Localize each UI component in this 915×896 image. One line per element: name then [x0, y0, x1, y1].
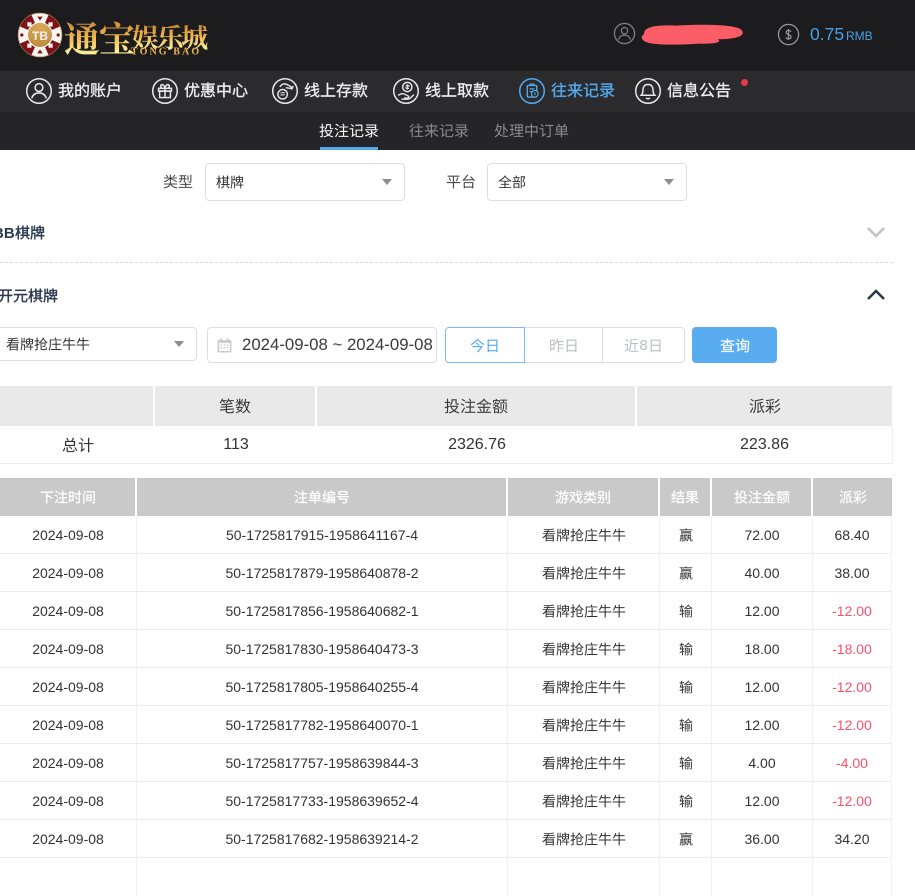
svg-text:TONG BAO: TONG BAO	[131, 47, 201, 58]
svg-text:TB: TB	[32, 29, 48, 43]
